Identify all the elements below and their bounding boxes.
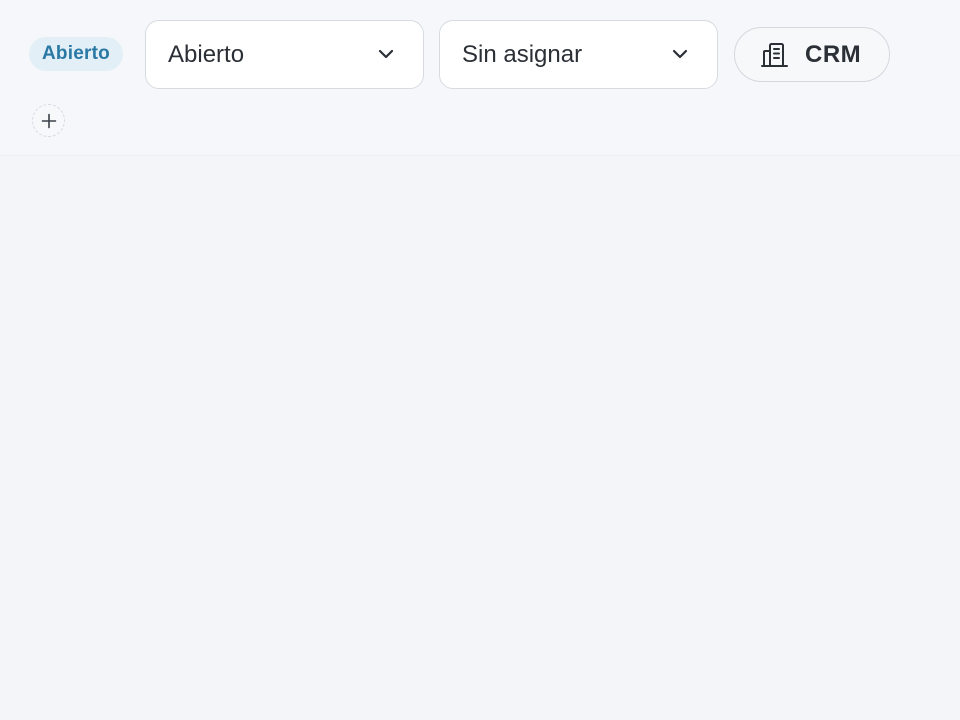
assignee-select[interactable]: Sin asignar	[439, 20, 718, 89]
chevron-down-icon	[378, 49, 394, 59]
crm-button[interactable]: CRM	[734, 27, 890, 82]
chevron-down-icon	[672, 49, 688, 59]
building-icon	[761, 42, 788, 67]
plus-icon	[41, 113, 56, 128]
toolbar-divider	[0, 155, 960, 156]
status-badge: Abierto	[29, 37, 123, 71]
status-select-value: Abierto	[168, 40, 245, 68]
crm-button-label: CRM	[805, 40, 862, 68]
assignee-select-value: Sin asignar	[462, 40, 583, 68]
add-tag-button[interactable]	[32, 104, 65, 137]
status-select[interactable]: Abierto	[145, 20, 424, 89]
ticket-toolbar: Abierto Abierto Sin asignar CRM	[0, 0, 960, 156]
page: Abierto Abierto Sin asignar CRM	[0, 0, 960, 720]
